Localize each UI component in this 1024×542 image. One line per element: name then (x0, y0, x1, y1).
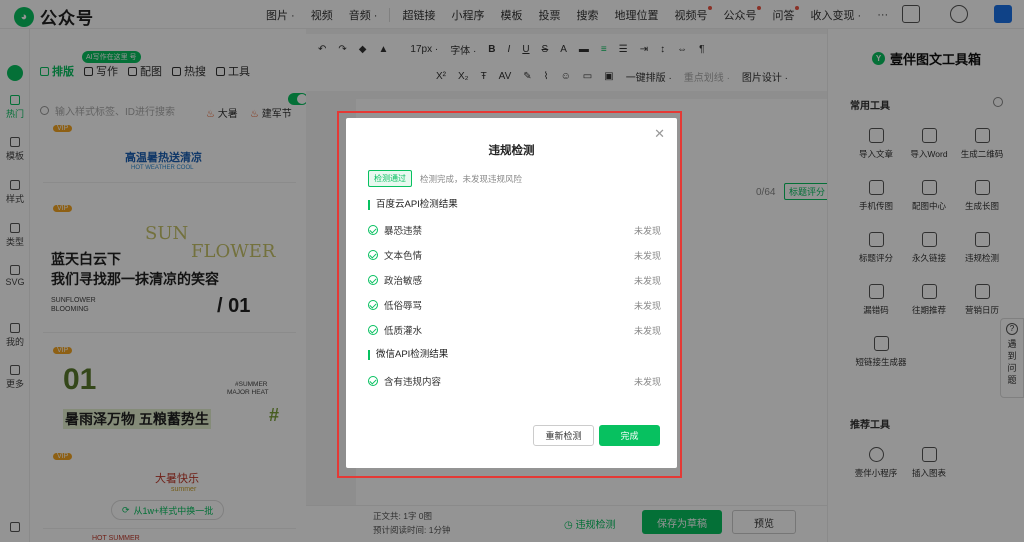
close-icon[interactable]: ✕ (654, 126, 665, 142)
pass-message: 检测完成，未发现违规风险 (420, 173, 523, 184)
check-result: 未发现 (633, 275, 661, 286)
result-summary: 检测通过 检测完成，未发现违规风险 (368, 170, 522, 187)
check-label: 含有违规内容 (384, 377, 442, 388)
check-label: 低质灌水 (384, 326, 423, 337)
check-result-row: 低质灌水 未发现 (368, 323, 661, 337)
check-label: 低俗辱骂 (384, 301, 423, 312)
check-result: 未发现 (633, 250, 661, 261)
check-label: 文本色情 (384, 251, 423, 262)
check-circle-icon (368, 300, 378, 310)
check-result: 未发现 (633, 376, 661, 387)
violation-check-dialog: 违规检测 ✕ 检测通过 检测完成，未发现违规风险 百度云API检测结果 暴恐违禁… (346, 118, 677, 468)
check-circle-icon (368, 250, 378, 260)
check-circle-icon (368, 325, 378, 335)
check-circle-icon (368, 376, 378, 386)
check-circle-icon (368, 225, 378, 235)
check-result-row: 文本色情 未发现 (368, 248, 661, 262)
check-result: 未发现 (633, 325, 661, 336)
check-result-row: 暴恐违禁 未发现 (368, 223, 661, 237)
recheck-button[interactable]: 重新检测 (533, 425, 594, 446)
done-button[interactable]: 完成 (599, 425, 660, 446)
check-label: 暴恐违禁 (384, 226, 423, 237)
check-result-row: 低俗辱骂 未发现 (368, 298, 661, 312)
baidu-section-title: 百度云API检测结果 (368, 200, 458, 210)
wechat-section-title: 微信API检测结果 (368, 350, 448, 360)
dialog-title: 违规检测 (488, 145, 535, 157)
check-result-row: 含有违规内容 未发现 (368, 374, 661, 388)
pass-badge: 检测通过 (368, 170, 412, 187)
check-result-row: 政治敏感 未发现 (368, 273, 661, 287)
check-result: 未发现 (633, 300, 661, 311)
check-label: 政治敏感 (384, 276, 423, 287)
check-circle-icon (368, 275, 378, 285)
check-result: 未发现 (633, 225, 661, 236)
